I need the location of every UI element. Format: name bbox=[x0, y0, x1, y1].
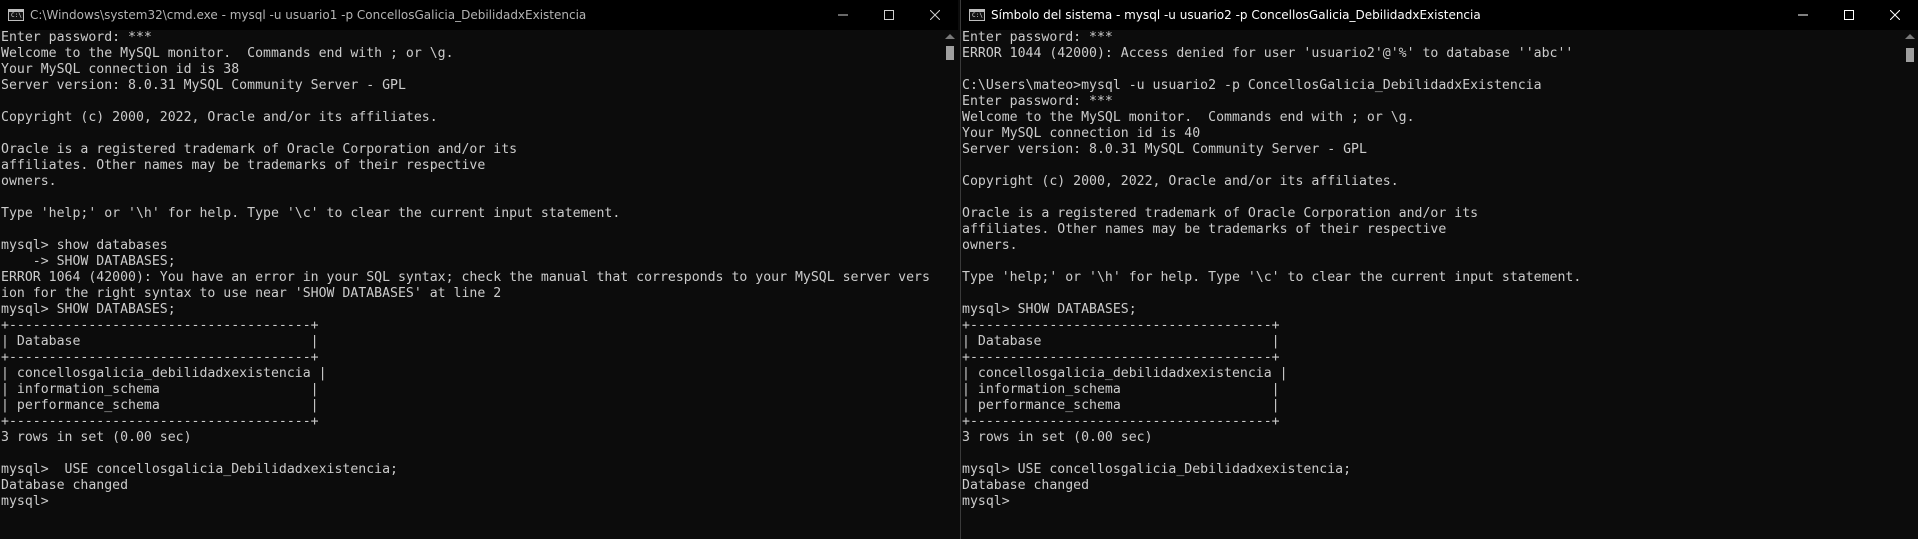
console-line: Copyright (c) 2000, 2022, Oracle and/or … bbox=[1, 110, 438, 125]
title-bar[interactable]: C:\ Símbolo del sistema - mysql -u usuar… bbox=[961, 0, 1918, 30]
console-line: Enter password: *** bbox=[962, 30, 1113, 45]
console-line: Oracle is a registered trademark of Orac… bbox=[1, 142, 518, 157]
cmd-icon[interactable]: C:\ bbox=[8, 9, 24, 21]
maximize-button[interactable] bbox=[1826, 0, 1872, 30]
console-line: mysql> bbox=[962, 494, 1010, 509]
console-line: affiliates. Other names may be trademark… bbox=[1, 158, 486, 173]
scroll-thumb[interactable] bbox=[946, 46, 954, 60]
minimize-button[interactable] bbox=[1780, 0, 1826, 30]
console-line: Your MySQL connection id is 40 bbox=[962, 126, 1201, 141]
console-line: Enter password: *** bbox=[1, 30, 152, 45]
console-line: +--------------------------------------+ bbox=[1, 350, 319, 365]
close-icon bbox=[930, 10, 940, 20]
console-line: Database changed bbox=[962, 478, 1090, 493]
console-line: Server version: 8.0.31 MySQL Community S… bbox=[1, 78, 406, 93]
scroll-thumb[interactable] bbox=[1906, 48, 1914, 62]
console-output[interactable]: Enter password: *** ERROR 1044 (42000): A… bbox=[961, 30, 1902, 539]
console-line: +--------------------------------------+ bbox=[1, 414, 319, 429]
scroll-up-icon[interactable] bbox=[945, 34, 955, 39]
console-line: affiliates. Other names may be trademark… bbox=[962, 222, 1447, 237]
console-line: Enter password: *** bbox=[962, 94, 1113, 109]
console-line: mysql> bbox=[1, 494, 49, 509]
console-line: ERROR 1064 (42000): You have an error in… bbox=[1, 270, 930, 285]
console-line: mysql> SHOW DATABASES; bbox=[1, 302, 176, 317]
console-line: Copyright (c) 2000, 2022, Oracle and/or … bbox=[962, 174, 1399, 189]
console-line: | concellosgalicia_debilidadxexistencia … bbox=[1, 366, 327, 381]
console-line: Welcome to the MySQL monitor. Commands e… bbox=[1, 46, 454, 61]
maximize-button[interactable] bbox=[866, 0, 912, 30]
cmd-icon[interactable]: C:\ bbox=[969, 9, 985, 21]
console-line: Server version: 8.0.31 MySQL Community S… bbox=[962, 142, 1367, 157]
console-line: -> SHOW DATABASES; bbox=[1, 254, 176, 269]
console-line: owners. bbox=[1, 174, 57, 189]
window-controls bbox=[1780, 0, 1918, 30]
console-line: | performance_schema | bbox=[962, 398, 1280, 413]
maximize-icon bbox=[884, 10, 894, 20]
cmd-window-right[interactable]: C:\ Símbolo del sistema - mysql -u usuar… bbox=[960, 0, 1918, 539]
close-button[interactable] bbox=[912, 0, 958, 30]
vertical-scrollbar[interactable] bbox=[942, 30, 958, 539]
console-line: owners. bbox=[962, 238, 1018, 253]
console-line: | Database | bbox=[1, 334, 319, 349]
console-line: Oracle is a registered trademark of Orac… bbox=[962, 206, 1479, 221]
console-line: ERROR 1044 (42000): Access denied for us… bbox=[962, 46, 1574, 61]
window-controls bbox=[820, 0, 958, 30]
desktop: C:\ C:\Windows\system32\cmd.exe - mysql … bbox=[0, 0, 1918, 539]
console-line: | information_schema | bbox=[962, 382, 1280, 397]
console-line: mysql> USE concellosgalicia_Debilidadxex… bbox=[1, 462, 398, 477]
window-title: Símbolo del sistema - mysql -u usuario2 … bbox=[991, 8, 1481, 22]
console-line: mysql> USE concellosgalicia_Debilidadxex… bbox=[962, 462, 1352, 477]
console-line: +--------------------------------------+ bbox=[962, 318, 1280, 333]
console-line: Type 'help;' or '\h' for help. Type '\c'… bbox=[1, 206, 621, 221]
console-line: +--------------------------------------+ bbox=[962, 350, 1280, 365]
console-line: mysql> show databases bbox=[1, 238, 168, 253]
minimize-icon bbox=[838, 14, 848, 16]
console-line: 3 rows in set (0.00 sec) bbox=[1, 430, 192, 445]
console-line: Your MySQL connection id is 38 bbox=[1, 62, 240, 77]
console-line: | performance_schema | bbox=[1, 398, 319, 413]
vertical-scrollbar[interactable] bbox=[1902, 30, 1918, 539]
console-line: C:\Users\mateo>mysql -u usuario2 -p Conc… bbox=[962, 78, 1542, 93]
close-button[interactable] bbox=[1872, 0, 1918, 30]
console-line: mysql> SHOW DATABASES; bbox=[962, 302, 1137, 317]
close-icon bbox=[1890, 10, 1900, 20]
console-line: | concellosgalicia_debilidadxexistencia … bbox=[962, 366, 1288, 381]
title-bar[interactable]: C:\ C:\Windows\system32\cmd.exe - mysql … bbox=[0, 0, 958, 30]
cmd-window-left[interactable]: C:\ C:\Windows\system32\cmd.exe - mysql … bbox=[0, 0, 958, 539]
maximize-icon bbox=[1844, 10, 1854, 20]
minimize-button[interactable] bbox=[820, 0, 866, 30]
console-output[interactable]: Enter password: *** Welcome to the MySQL … bbox=[0, 30, 942, 539]
console-line: | Database | bbox=[962, 334, 1280, 349]
window-title: C:\Windows\system32\cmd.exe - mysql -u u… bbox=[30, 8, 587, 22]
console-line: Type 'help;' or '\h' for help. Type '\c'… bbox=[962, 270, 1582, 285]
console-line: Database changed bbox=[1, 478, 129, 493]
console-line: Welcome to the MySQL monitor. Commands e… bbox=[962, 110, 1415, 125]
scroll-up-icon[interactable] bbox=[1905, 34, 1915, 39]
console-line: +--------------------------------------+ bbox=[962, 414, 1280, 429]
console-line: 3 rows in set (0.00 sec) bbox=[962, 430, 1153, 445]
minimize-icon bbox=[1798, 14, 1808, 16]
console-line: | information_schema | bbox=[1, 382, 319, 397]
console-line: ion for the right syntax to use near 'SH… bbox=[1, 286, 502, 301]
console-line: +--------------------------------------+ bbox=[1, 318, 319, 333]
